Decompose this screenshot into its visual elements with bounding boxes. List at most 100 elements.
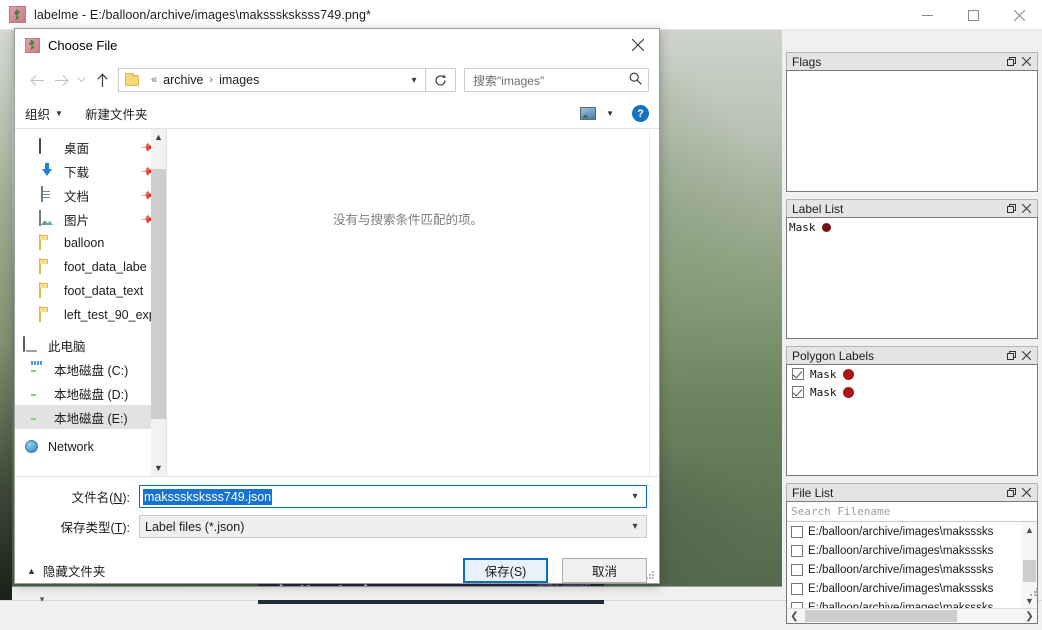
chevron-down-icon[interactable]: ▼ xyxy=(151,460,166,476)
sidebar-item-drive-d[interactable]: 本地磁盘 (D:) xyxy=(15,381,166,405)
search-filename-input[interactable]: Search Filename xyxy=(787,502,1037,522)
label-list-panel-title: Label List xyxy=(792,201,844,216)
chevron-up-icon[interactable]: ▲ xyxy=(1022,522,1037,537)
sidebar-item-downloads[interactable]: 下载 📌 xyxy=(15,159,166,183)
float-icon[interactable] xyxy=(1004,201,1019,216)
navigation-tree[interactable]: 桌面 📌 下载 📌 文档 📌 图片 📌 balloon foot_data_la… xyxy=(15,129,167,476)
filetype-row: 保存类型(T): Label files (*.json) ▾ xyxy=(27,515,647,538)
organize-label: 组织 xyxy=(25,108,51,122)
search-placeholder: 搜索"images" xyxy=(473,73,545,88)
file-browser-list[interactable]: 没有与搜索条件匹配的项。 xyxy=(167,129,659,476)
close-icon[interactable] xyxy=(1019,54,1034,69)
close-icon[interactable] xyxy=(1019,348,1034,363)
sidebar-item-pictures[interactable]: 图片 📌 xyxy=(15,207,166,231)
arrow-right-icon[interactable] xyxy=(49,68,73,92)
list-vertical-scrollbar[interactable] xyxy=(649,129,659,476)
label-list[interactable]: Mask xyxy=(786,217,1038,339)
save-button[interactable]: 保存(S) xyxy=(463,558,548,583)
list-item[interactable]: Mask xyxy=(787,218,1037,236)
file-checkbox[interactable] xyxy=(791,563,803,576)
scrollbar-thumb[interactable] xyxy=(151,169,166,419)
chevron-down-icon[interactable]: ▾ xyxy=(624,491,646,502)
filename-input[interactable]: maksssksksss749.json ▾ xyxy=(139,485,647,508)
network-icon xyxy=(23,439,41,455)
arrow-left-icon[interactable] xyxy=(25,68,49,92)
breadcrumb-prefix: « xyxy=(151,74,158,86)
breadcrumb[interactable]: « archive › images ▾ xyxy=(118,68,426,92)
sidebar-item-balloon[interactable]: balloon xyxy=(15,231,166,255)
label-list-panel: Label List Mask xyxy=(786,199,1038,339)
list-item[interactable]: E:/balloon/archive/images\maksssks xyxy=(787,579,1037,598)
new-folder-button[interactable]: 新建文件夹 xyxy=(85,104,148,123)
flags-list[interactable] xyxy=(786,70,1038,192)
help-icon[interactable]: ? xyxy=(632,105,649,122)
canvas-bottom-bar xyxy=(12,586,782,600)
sidebar-item-label: Network xyxy=(48,440,94,454)
sidebar-item-label: foot_data_labe xyxy=(64,260,147,274)
filetype-select[interactable]: Label files (*.json) ▾ xyxy=(139,515,647,538)
sidebar-item-left-test-90-exp[interactable]: left_test_90_exp xyxy=(15,303,166,327)
refresh-icon[interactable] xyxy=(426,68,456,92)
file-checkbox[interactable] xyxy=(791,544,803,557)
folder-icon xyxy=(39,234,57,251)
breadcrumb-item-archive[interactable]: archive xyxy=(163,73,203,87)
minimize-icon[interactable] xyxy=(904,0,950,30)
polygon-visibility-checkbox[interactable] xyxy=(792,386,804,398)
resize-grip[interactable] xyxy=(1029,587,1039,597)
new-folder-label: 新建文件夹 xyxy=(84,108,148,122)
scrollbar-thumb[interactable] xyxy=(805,610,957,622)
file-checkbox[interactable] xyxy=(791,525,803,538)
list-item[interactable]: E:/balloon/archive/images\maksssks xyxy=(787,541,1037,560)
sidebar-item-foot-data-text[interactable]: foot_data_text xyxy=(15,279,166,303)
maximize-icon[interactable] xyxy=(950,0,996,30)
this-pc-icon xyxy=(23,336,41,353)
file-checkbox[interactable] xyxy=(791,582,803,595)
arrow-up-icon[interactable] xyxy=(90,68,114,92)
sidebar-item-documents[interactable]: 文档 📌 xyxy=(15,183,166,207)
sidebar-item-label: left_test_90_exp xyxy=(64,308,156,322)
polygon-visibility-checkbox[interactable] xyxy=(792,368,804,380)
chevron-down-icon[interactable]: ▾ xyxy=(624,521,646,532)
scrollbar-thumb[interactable] xyxy=(1023,560,1036,582)
chevron-right-icon[interactable]: ❯ xyxy=(1022,610,1037,623)
dialog-resize-grip[interactable] xyxy=(645,570,655,580)
sidebar-item-foot-data-label[interactable]: foot_data_labe xyxy=(15,255,166,279)
chevron-down-icon[interactable]: ▾ xyxy=(403,75,425,86)
close-icon[interactable] xyxy=(1019,201,1034,216)
canvas-vertical-scroll-arrow[interactable]: ▾ xyxy=(28,588,56,610)
close-icon[interactable] xyxy=(617,29,659,61)
breadcrumb-item-images[interactable]: images xyxy=(219,73,259,87)
chevron-down-icon[interactable]: ▼ xyxy=(606,109,614,118)
list-item[interactable]: E:/balloon/archive/images\maksssks xyxy=(787,522,1037,541)
polygon-labels-list[interactable]: Mask Mask xyxy=(786,364,1038,476)
list-item[interactable]: Mask xyxy=(787,365,1037,383)
organize-button[interactable]: 组织 ▼ xyxy=(25,104,63,123)
folder-icon xyxy=(39,258,57,275)
float-icon[interactable] xyxy=(1004,348,1019,363)
float-icon[interactable] xyxy=(1004,485,1019,500)
sidebar-item-drive-c[interactable]: 本地磁盘 (C:) xyxy=(15,357,166,381)
label-list-panel-header: Label List xyxy=(786,199,1038,217)
close-icon[interactable] xyxy=(996,0,1042,30)
sidebar-item-this-pc[interactable]: 此电脑 xyxy=(15,333,166,357)
view-layout-icon[interactable] xyxy=(580,107,597,120)
cancel-button[interactable]: 取消 xyxy=(562,558,647,583)
file-list-horizontal-scrollbar[interactable]: ❮ ❯ xyxy=(787,608,1037,623)
sidebar-item-network[interactable]: Network xyxy=(15,435,166,459)
chevron-down-icon[interactable] xyxy=(73,68,90,92)
hide-folders-toggle[interactable]: ▲ 隐藏文件夹 xyxy=(27,561,105,580)
list-item[interactable]: Mask xyxy=(787,383,1037,401)
dialog-actions: ▲ 隐藏文件夹 保存(S) 取消 xyxy=(27,545,647,583)
file-list-scroll-region: E:/balloon/archive/images\maksssks E:/ba… xyxy=(787,522,1037,608)
search-input[interactable]: 搜索"images" xyxy=(464,68,649,92)
close-icon[interactable] xyxy=(1019,485,1034,500)
chevron-left-icon[interactable]: ❮ xyxy=(787,610,802,623)
chevron-up-icon[interactable]: ▲ xyxy=(151,129,166,145)
list-item[interactable]: E:/balloon/archive/images\maksssks xyxy=(787,598,1037,608)
tree-vertical-scrollbar[interactable]: ▲ ▼ xyxy=(151,129,166,476)
sidebar-item-desktop[interactable]: 桌面 📌 xyxy=(15,135,166,159)
sidebar-item-drive-e[interactable]: 本地磁盘 (E:) xyxy=(15,405,166,429)
search-icon[interactable] xyxy=(629,72,642,88)
list-item[interactable]: E:/balloon/archive/images\maksssks xyxy=(787,560,1037,579)
float-icon[interactable] xyxy=(1004,54,1019,69)
